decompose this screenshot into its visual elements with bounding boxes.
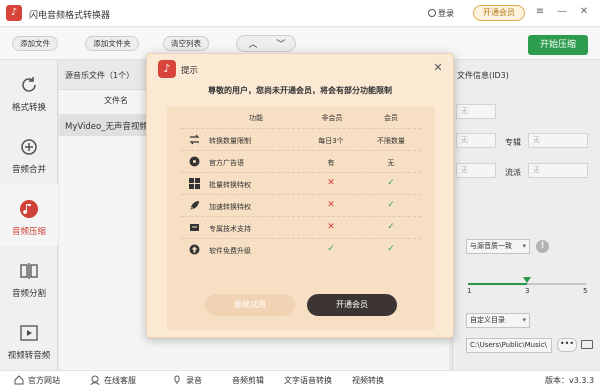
table-row: 软件免费升级 ✓ ✓ bbox=[181, 238, 421, 260]
free-value: 每日3个 bbox=[318, 137, 344, 145]
audio-edit-link[interactable]: 音频剪辑 bbox=[232, 375, 264, 386]
feature-name: 官方广告语 bbox=[209, 159, 244, 167]
move-down-icon[interactable]: ﹀ bbox=[271, 37, 291, 50]
login-button[interactable]: 登录 bbox=[428, 8, 454, 19]
free-value: 有 bbox=[327, 159, 335, 167]
header-free: 非会员 bbox=[321, 114, 343, 122]
table-row: 转换数量限制 每日3个 不限数量 bbox=[181, 128, 421, 150]
continue-trial-button[interactable]: 继续试用 bbox=[205, 294, 295, 316]
table-row: 专属技术支持 ✕ ✓ bbox=[181, 216, 421, 238]
support-icon bbox=[190, 224, 199, 231]
free-value: ✓ bbox=[327, 244, 335, 254]
official-site-link[interactable]: 官方网站 bbox=[14, 375, 60, 386]
vip-value: ✓ bbox=[387, 178, 395, 188]
title-bar: ♪ 闪电音频格式转换器 登录 开通会员 ≡ — ✕ bbox=[0, 0, 600, 27]
dialog-title: 提示 bbox=[181, 66, 199, 76]
minimize-icon[interactable]: — bbox=[556, 6, 568, 17]
add-file-button[interactable]: 添加文件 bbox=[12, 36, 58, 51]
headset-icon bbox=[90, 375, 100, 385]
version-text: 版本：v3.3.3 bbox=[545, 376, 595, 385]
free-value: ✕ bbox=[327, 222, 335, 232]
close-icon[interactable]: ✕ bbox=[578, 6, 590, 17]
vip-value: ✓ bbox=[387, 200, 395, 210]
app-title: 闪电音频格式转换器 bbox=[29, 11, 111, 21]
dialog-close-icon[interactable]: ✕ bbox=[431, 61, 445, 74]
header-feature: 功能 bbox=[249, 114, 263, 122]
add-folder-button[interactable]: 添加文件夹 bbox=[85, 36, 139, 51]
table-header: 功能 非会员 会员 bbox=[167, 106, 435, 128]
feature-name: 批量转换特权 bbox=[209, 181, 251, 189]
menu-icon[interactable]: ≡ bbox=[534, 6, 546, 17]
table-row: 加速转换特权 ✕ ✓ bbox=[181, 194, 421, 216]
vip-value: 不限数量 bbox=[377, 137, 405, 145]
music-disc-icon bbox=[189, 156, 200, 167]
header-vip: 会员 bbox=[384, 114, 398, 122]
open-vip-dialog-button[interactable]: 开通会员 bbox=[307, 294, 397, 316]
login-label: 登录 bbox=[438, 9, 454, 18]
clear-list-button[interactable]: 清空列表 bbox=[163, 36, 209, 51]
rocket-icon bbox=[190, 201, 199, 210]
vip-value: 无 bbox=[387, 159, 395, 167]
feature-name: 软件免费升级 bbox=[209, 247, 251, 255]
dialog-subtitle: 尊敬的用户，您尚未开通会员，将会有部分功能限制 bbox=[208, 86, 392, 95]
open-vip-button[interactable]: 开通会员 bbox=[473, 5, 525, 21]
vip-value: ✓ bbox=[387, 222, 395, 232]
upgrade-icon bbox=[189, 244, 200, 255]
table-row: 官方广告语 有 无 bbox=[181, 150, 421, 172]
online-support-link[interactable]: 在线客服 bbox=[90, 375, 136, 386]
app-logo-icon: ♪ bbox=[6, 5, 22, 21]
home-icon bbox=[14, 375, 24, 385]
bottom-bar: 官方网站 在线客服 录音 音频剪辑 文字语音转换 视频转换 版本：v3.3.3 bbox=[0, 370, 600, 390]
swap-icon bbox=[189, 134, 200, 145]
grid-icon bbox=[189, 178, 200, 189]
mic-icon bbox=[174, 375, 180, 384]
move-up-icon[interactable]: ︿ bbox=[243, 37, 263, 50]
record-link[interactable]: 录音 bbox=[172, 375, 202, 386]
feature-name: 加速转换特权 bbox=[209, 203, 251, 211]
table-row: 批量转换特权 ✕ ✓ bbox=[181, 172, 421, 194]
tts-link[interactable]: 文字语音转换 bbox=[284, 375, 332, 386]
move-buttons: ︿ ﹀ bbox=[236, 35, 296, 52]
feature-name: 专属技术支持 bbox=[209, 225, 251, 233]
vip-prompt-dialog: ♪ 提示 ✕ 尊敬的用户，您尚未开通会员，将会有部分功能限制 功能 非会员 会员… bbox=[146, 53, 454, 338]
free-value: ✕ bbox=[327, 200, 335, 210]
app-logo-icon: ♪ bbox=[158, 60, 176, 78]
free-value: ✕ bbox=[327, 178, 335, 188]
vip-value: ✓ bbox=[387, 244, 395, 254]
video-convert-link[interactable]: 视频转换 bbox=[352, 375, 384, 386]
feature-name: 转换数量限制 bbox=[209, 137, 251, 145]
user-icon bbox=[428, 9, 436, 17]
start-compress-button[interactable]: 开始压缩 bbox=[528, 35, 588, 55]
